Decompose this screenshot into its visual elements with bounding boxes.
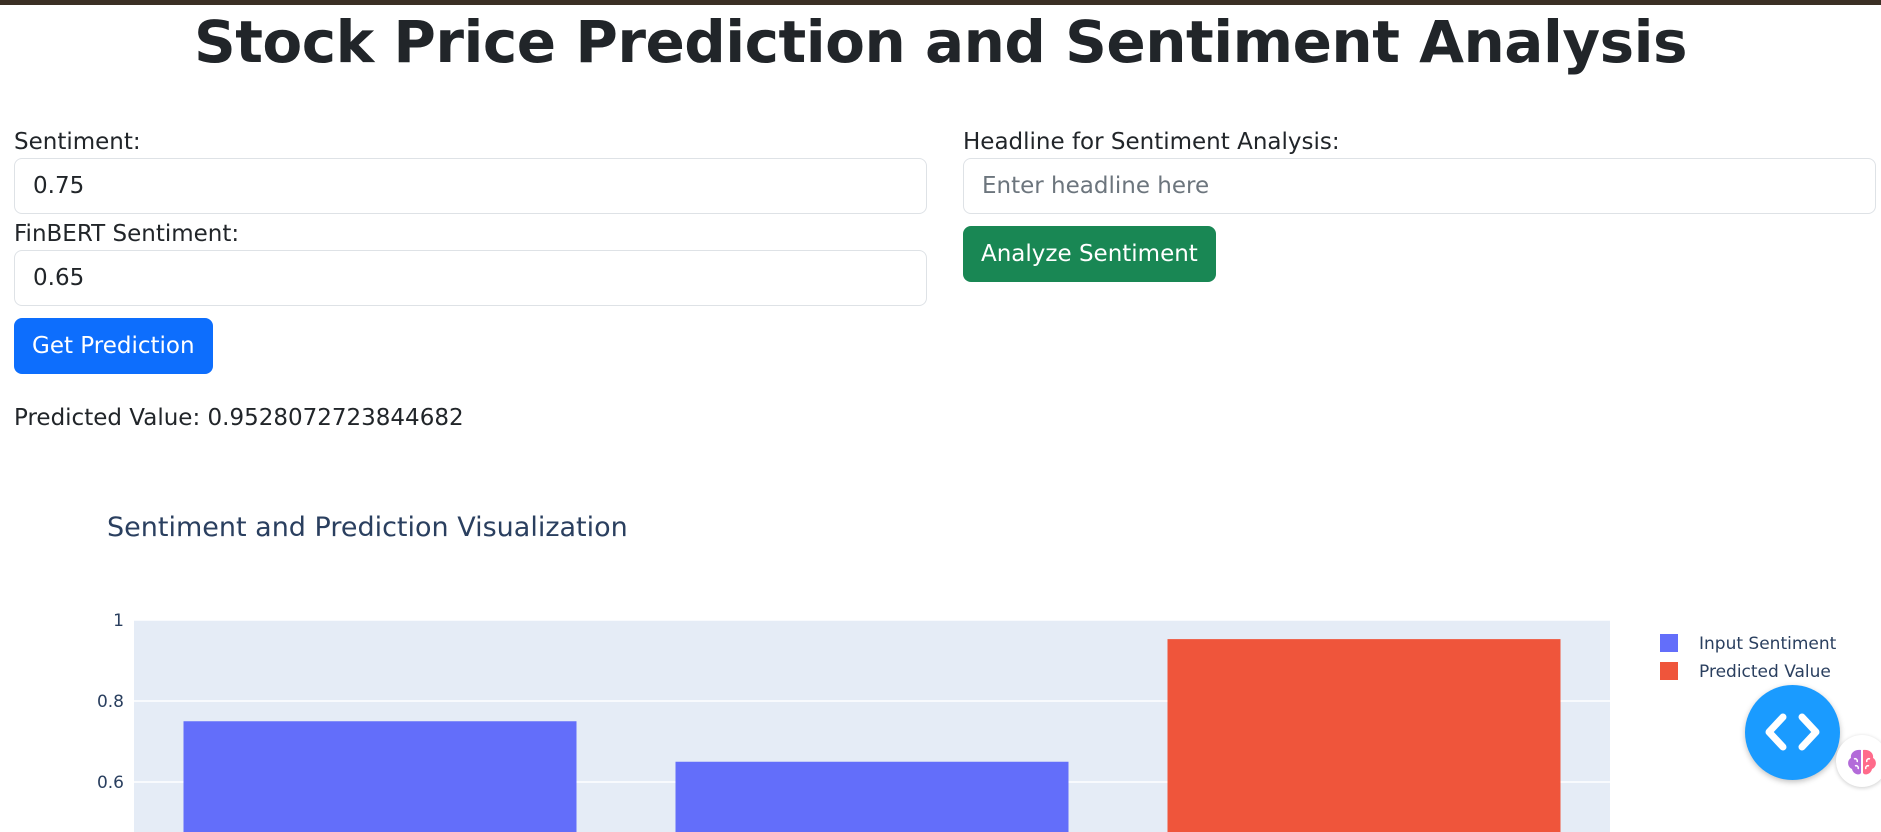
y-tick-label: 0.8 [97,692,124,712]
finbert-sentiment-label: FinBERT Sentiment: [14,221,240,247]
legend-label: Predicted Value [1699,662,1831,682]
predicted-value-text: Predicted Value: 0.9528072723844682 [14,403,464,433]
code-brackets-icon [1765,713,1820,751]
legend-swatch [1660,662,1678,680]
y-tick-labels: 0.6 0.8 1 [97,611,124,793]
sentiment-input[interactable] [14,158,927,214]
get-prediction-button[interactable]: Get Prediction [14,318,213,374]
brain-icon [1848,749,1876,775]
sentiment-prediction-chart: Sentiment and Prediction Visualization 0… [0,480,1881,832]
legend-label: Input Sentiment [1699,634,1837,654]
legend-swatch [1660,634,1678,652]
bar-input-sentiment[interactable] [183,721,577,832]
chart-title: Sentiment and Prediction Visualization [107,512,628,543]
bar-input-sentiment[interactable] [675,761,1069,832]
legend[interactable]: Input Sentiment Predicted Value [1660,634,1837,682]
legend-item[interactable]: Input Sentiment [1660,634,1837,654]
y-tick-label: 0.6 [97,773,124,793]
analyze-sentiment-button[interactable]: Analyze Sentiment [963,226,1216,282]
extension-button[interactable] [1836,735,1881,787]
sentiment-label: Sentiment: [14,129,141,155]
predicted-value: 0.9528072723844682 [207,405,464,431]
bar-predicted-value[interactable] [1167,639,1561,832]
code-toggle-button[interactable] [1745,685,1840,780]
predicted-value-label: Predicted Value: [14,405,208,431]
y-tick-label: 1 [113,611,124,631]
chart-svg: Sentiment and Prediction Visualization 0… [97,512,1837,832]
page-title: Stock Price Prediction and Sentiment Ana… [193,8,1688,76]
headline-label: Headline for Sentiment Analysis: [963,129,1340,155]
finbert-sentiment-input[interactable] [14,250,927,306]
headline-input[interactable] [963,158,1876,214]
legend-item[interactable]: Predicted Value [1660,662,1831,682]
